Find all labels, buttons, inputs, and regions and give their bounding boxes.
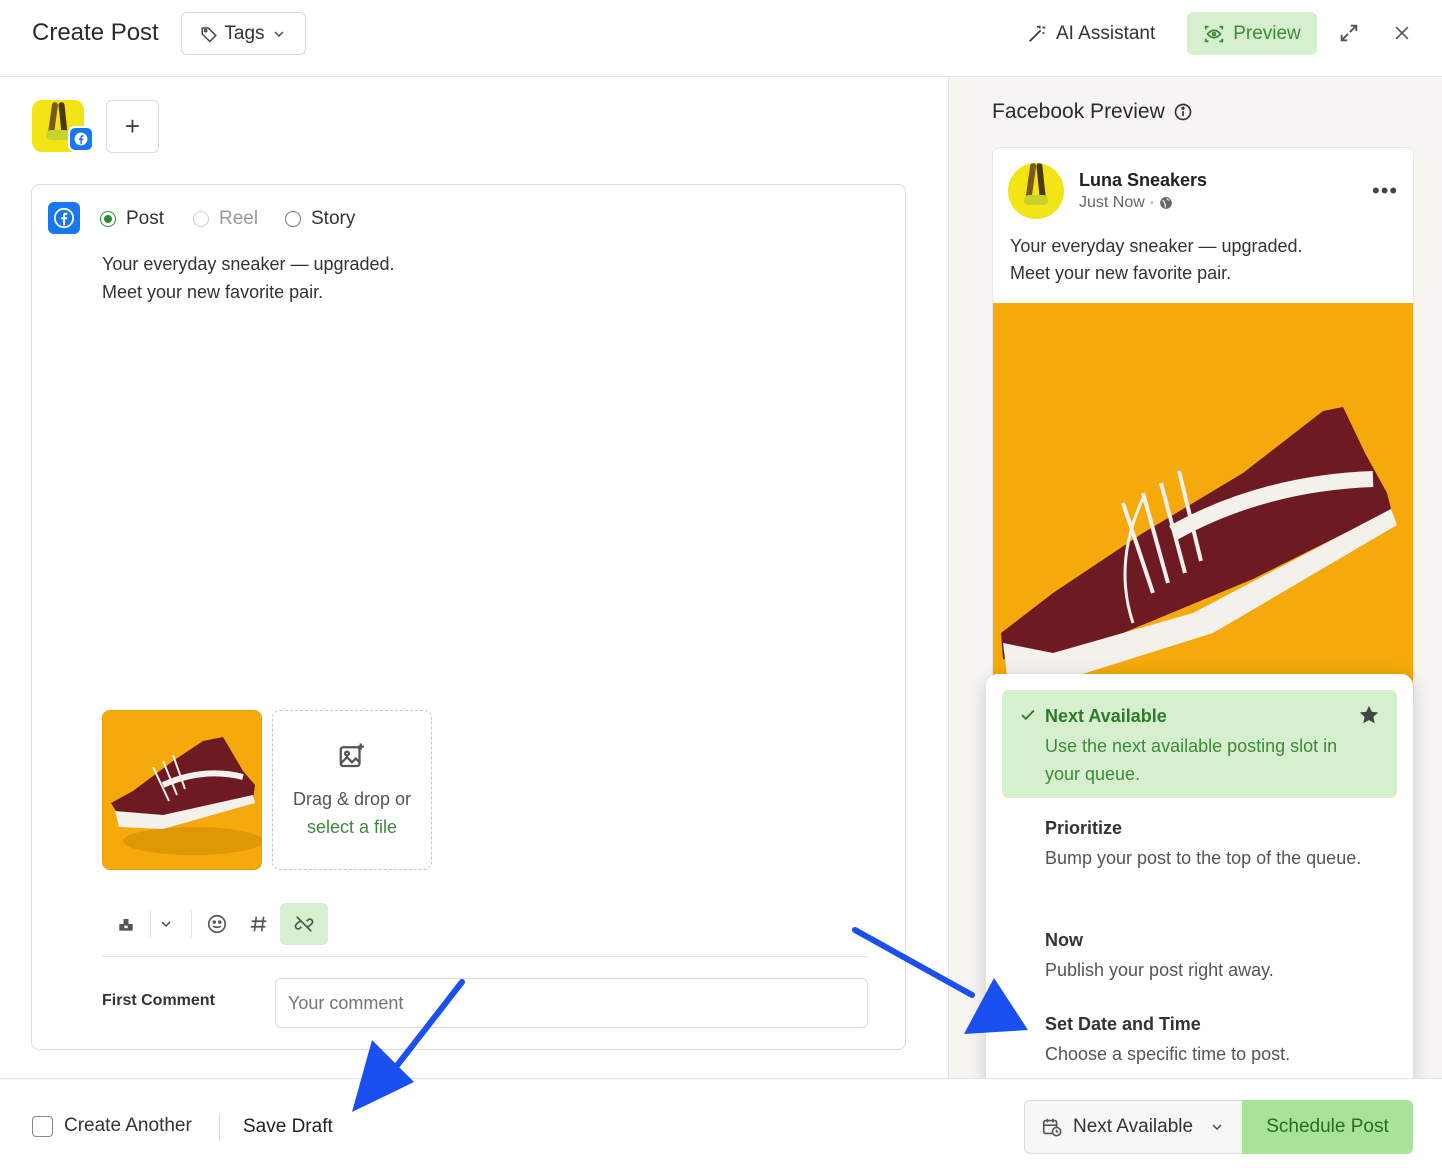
footer-divider bbox=[219, 1114, 220, 1140]
save-draft-button[interactable]: Save Draft bbox=[243, 1116, 333, 1138]
post-type-label: Post bbox=[126, 208, 165, 229]
select-file-link[interactable]: select a file bbox=[273, 813, 431, 841]
divider bbox=[102, 956, 868, 957]
check-icon bbox=[1021, 709, 1035, 721]
radio-reel[interactable] bbox=[193, 211, 209, 227]
media-dropzone[interactable]: Drag & drop or select a file bbox=[272, 710, 432, 870]
emoji-icon bbox=[207, 914, 227, 934]
hashtag-icon bbox=[250, 916, 267, 932]
schedule-option-now[interactable]: Now Publish your post right away. bbox=[1002, 924, 1397, 994]
hashtag-button[interactable] bbox=[242, 903, 276, 945]
option-title: Set Date and Time bbox=[1045, 1014, 1201, 1034]
post-type-post[interactable]: Post bbox=[100, 206, 164, 232]
chevron-down-icon bbox=[274, 31, 284, 37]
post-text-line: Meet your new favorite pair. bbox=[102, 282, 324, 302]
first-comment-input[interactable] bbox=[275, 978, 868, 1028]
preview-title: Facebook Preview bbox=[992, 100, 1193, 124]
post-text-editor[interactable]: Your everyday sneaker — upgraded. Meet y… bbox=[102, 250, 395, 306]
option-description: Choose a specific time to post. bbox=[1045, 1044, 1291, 1064]
facebook-icon bbox=[48, 202, 80, 234]
preview-timestamp: Just Now · bbox=[1079, 194, 1155, 211]
expand-button[interactable] bbox=[1336, 20, 1362, 46]
integrations-dropdown[interactable] bbox=[151, 903, 181, 945]
chevron-down-icon bbox=[161, 921, 171, 927]
close-icon bbox=[1395, 26, 1409, 40]
create-another-label[interactable]: Create Another bbox=[64, 1115, 192, 1137]
preview-title-text: Facebook Preview bbox=[992, 100, 1165, 123]
create-another-checkbox[interactable] bbox=[32, 1116, 53, 1137]
media-thumbnail[interactable] bbox=[102, 710, 262, 870]
calendar-clock-icon bbox=[1042, 1118, 1062, 1137]
preview-text-line: Meet your new favorite pair. bbox=[1010, 263, 1232, 283]
option-title: Next Available bbox=[1045, 706, 1167, 726]
option-description: Publish your post right away. bbox=[1045, 960, 1274, 980]
close-button[interactable] bbox=[1389, 20, 1415, 46]
post-type-reel[interactable]: Reel bbox=[193, 206, 258, 232]
preview-text: Your everyday sneaker — upgraded. Meet y… bbox=[1010, 233, 1303, 287]
ai-assistant-label: AI Assistant bbox=[1056, 23, 1156, 44]
tags-button[interactable]: Tags bbox=[181, 12, 306, 55]
eye-scan-icon bbox=[1205, 25, 1224, 42]
add-account-button[interactable]: + bbox=[106, 100, 159, 153]
selected-account[interactable] bbox=[32, 100, 94, 154]
schedule-type-select[interactable]: Next Available bbox=[1024, 1100, 1243, 1154]
add-image-icon bbox=[339, 743, 364, 768]
tag-icon bbox=[201, 26, 218, 43]
more-dots-icon[interactable]: ••• bbox=[1372, 178, 1398, 204]
schedule-option-prioritize[interactable]: Prioritize Bump your post to the top of … bbox=[1002, 812, 1397, 910]
preview-text-line: Your everyday sneaker — upgraded. bbox=[1010, 236, 1303, 256]
preview-page-name: Luna Sneakers bbox=[1079, 170, 1208, 190]
option-title: Prioritize bbox=[1045, 818, 1123, 838]
ai-assistant-button[interactable]: AI Assistant bbox=[1026, 14, 1155, 54]
post-text-line: Your everyday sneaker — upgraded. bbox=[102, 254, 395, 274]
preview-image bbox=[993, 303, 1413, 683]
globe-icon bbox=[1159, 197, 1172, 209]
post-type-label: Story bbox=[311, 208, 356, 229]
preview-meta: Just Now · bbox=[1079, 194, 1173, 212]
option-description: Bump your post to the top of the queue. bbox=[1045, 848, 1362, 868]
schedule-option-set-date-time[interactable]: Set Date and Time Choose a specific time… bbox=[1002, 1008, 1397, 1078]
expand-icon bbox=[1340, 24, 1358, 42]
integrations-icon bbox=[119, 919, 133, 931]
radio-story[interactable] bbox=[285, 211, 301, 227]
preview-label: Preview bbox=[1233, 22, 1301, 44]
first-comment-label: First Comment bbox=[102, 992, 215, 1009]
info-icon[interactable] bbox=[1173, 102, 1193, 122]
post-type-story[interactable]: Story bbox=[285, 206, 355, 232]
star-icon[interactable] bbox=[1358, 704, 1380, 726]
unlink-icon bbox=[294, 916, 314, 932]
composer-toolbar bbox=[102, 902, 328, 946]
link-shortener-button[interactable] bbox=[280, 903, 328, 945]
schedule-option-next-available[interactable]: Next Available Use the next available po… bbox=[1002, 690, 1397, 798]
magic-wand-icon bbox=[1029, 25, 1046, 42]
post-type-label: Reel bbox=[219, 208, 259, 229]
schedule-type-value: Next Available bbox=[1073, 1116, 1194, 1137]
emoji-button[interactable] bbox=[192, 903, 242, 945]
preview-button[interactable]: Preview bbox=[1187, 12, 1317, 55]
facebook-icon bbox=[68, 126, 94, 152]
dropzone-text: Drag & drop or bbox=[292, 789, 412, 809]
schedule-post-button[interactable]: Schedule Post bbox=[1242, 1100, 1413, 1154]
radio-post[interactable] bbox=[100, 211, 116, 227]
page-title: Create Post bbox=[32, 19, 159, 46]
chevron-down-icon bbox=[1212, 1124, 1222, 1130]
option-description: Use the next available posting slot in y… bbox=[1045, 736, 1338, 784]
avatar bbox=[1008, 163, 1064, 219]
integrations-button[interactable] bbox=[102, 903, 150, 945]
option-title: Now bbox=[1045, 930, 1083, 950]
tags-label: Tags bbox=[224, 22, 265, 44]
